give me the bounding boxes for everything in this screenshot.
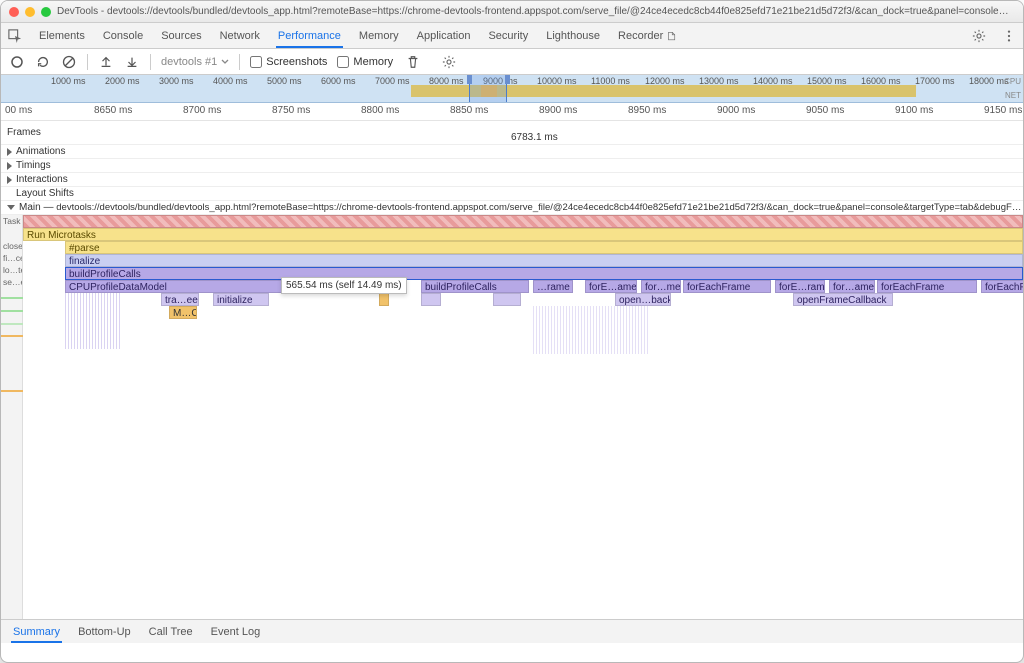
flame-traee[interactable]: tra…ee [161, 293, 199, 306]
current-time-label: 6783.1 ms [511, 132, 558, 143]
flame-finalize[interactable]: finalize [65, 254, 1023, 267]
flame-foreachframe[interactable]: forEachFrame [683, 280, 771, 293]
reload-record-icon[interactable] [35, 54, 51, 70]
overview-tick: 2000 ms [105, 76, 140, 86]
zoom-window-button[interactable] [41, 7, 51, 17]
overview-tick: 4000 ms [213, 76, 248, 86]
overview-tick: 7000 ms [375, 76, 410, 86]
gc-icon[interactable] [405, 54, 421, 70]
overview-tick: 17000 ms [915, 76, 955, 86]
track-main[interactable]: Main — devtools://devtools/bundled/devto… [1, 201, 1023, 215]
tab-performance[interactable]: Performance [276, 24, 343, 48]
overview-net-label: NET [1005, 91, 1021, 100]
track-layout-shifts[interactable]: Layout Shifts [1, 187, 1023, 201]
main-tabstrip: Elements Console Sources Network Perform… [1, 23, 1023, 49]
selection-handle-right[interactable] [505, 75, 510, 84]
flame-mc[interactable]: M…C [169, 306, 197, 319]
overview-tick: 3000 ms [159, 76, 194, 86]
performance-toolbar: devtools #1 Screenshots Memory [1, 49, 1023, 75]
tab-sources[interactable]: Sources [159, 24, 203, 48]
ruler-tick: 8700 ms [183, 105, 221, 116]
flame-foreach[interactable]: forE…ame [585, 280, 637, 293]
tab-elements[interactable]: Elements [37, 24, 87, 48]
selection-handle-left[interactable] [467, 75, 472, 84]
tab-call-tree[interactable]: Call Tree [147, 621, 195, 643]
flame-foreach[interactable]: forE…rame [775, 280, 825, 293]
track-frames[interactable]: Frames 6783.1 ms [1, 121, 1023, 145]
ruler-tick: 8800 ms [361, 105, 399, 116]
ruler-tick: 8950 ms [628, 105, 666, 116]
flame-initialize[interactable]: initialize [213, 293, 269, 306]
flame-openback[interactable]: open…back [615, 293, 671, 306]
timeline-overview[interactable]: 1000 ms 2000 ms 3000 ms 4000 ms 5000 ms … [1, 75, 1023, 103]
ruler-tick: 8750 ms [272, 105, 310, 116]
flame-foreachframe[interactable]: forEachFrame [981, 280, 1024, 293]
tab-lighthouse[interactable]: Lighthouse [544, 24, 602, 48]
overview-tick: 1000 ms [51, 76, 86, 86]
minimize-window-button[interactable] [25, 7, 35, 17]
flame-small[interactable] [493, 293, 521, 306]
tab-event-log[interactable]: Event Log [209, 621, 263, 643]
flame-task[interactable] [23, 215, 1023, 228]
ruler-tick: 8900 ms [539, 105, 577, 116]
overview-tick: 6000 ms [321, 76, 356, 86]
inspect-element-icon[interactable] [7, 28, 23, 44]
record-icon[interactable] [9, 54, 25, 70]
details-tabstrip: Summary Bottom-Up Call Tree Event Log [1, 619, 1023, 643]
capture-settings-icon[interactable] [441, 54, 457, 70]
close-window-button[interactable] [9, 7, 19, 17]
ruler-tick: 9050 ms [806, 105, 844, 116]
track-interactions[interactable]: Interactions [1, 173, 1023, 187]
ruler-tick: 00 ms [5, 105, 32, 116]
tab-console[interactable]: Console [101, 24, 145, 48]
ruler-tick: 8850 ms [450, 105, 488, 116]
tab-memory[interactable]: Memory [357, 24, 401, 48]
ruler-tick: 8650 ms [94, 105, 132, 116]
window-title: DevTools - devtools://devtools/bundled/d… [57, 6, 1015, 17]
overview-tick: 5000 ms [267, 76, 302, 86]
ruler-tick: 9000 ms [717, 105, 755, 116]
flame-tooltip: 565.54 ms (self 14.49 ms) [281, 277, 407, 294]
tab-summary[interactable]: Summary [11, 621, 62, 643]
tab-bottom-up[interactable]: Bottom-Up [76, 621, 133, 643]
profile-selector[interactable]: devtools #1 [161, 56, 229, 68]
save-profile-icon[interactable] [124, 54, 140, 70]
main-track-url: devtools://devtools/bundled/devtools_app… [56, 202, 1023, 213]
overview-tick: 18000 ms [969, 76, 1009, 86]
overview-cpu-label: CPU [1004, 77, 1021, 86]
load-profile-icon[interactable] [98, 54, 114, 70]
tab-recorder[interactable]: Recorder [616, 24, 678, 48]
flame-small[interactable] [421, 293, 441, 306]
flame-small[interactable] [379, 293, 389, 306]
flame-parse[interactable]: #parse [65, 241, 1023, 254]
flame-frame[interactable]: …rame [533, 280, 573, 293]
flame-foreachframe[interactable]: forEachFrame [877, 280, 977, 293]
flame-openframecallback[interactable]: openFrameCallback [793, 293, 893, 306]
flamechart[interactable]: Task close fi…ce lo…te se…el Run Microta… [1, 215, 1023, 619]
tab-network[interactable]: Network [218, 24, 262, 48]
flame-run-microtasks[interactable]: Run Microtasks [23, 228, 1023, 241]
track-timings[interactable]: Timings [1, 159, 1023, 173]
screenshots-checkbox[interactable]: Screenshots [250, 56, 327, 68]
flame-foreach[interactable]: for…ame [829, 280, 875, 293]
track-animations[interactable]: Animations [1, 145, 1023, 159]
tab-security[interactable]: Security [486, 24, 530, 48]
settings-icon[interactable] [971, 28, 987, 44]
flame-buildprofilecalls[interactable]: buildProfileCalls [65, 267, 1023, 280]
overview-selection[interactable] [469, 75, 507, 102]
tab-application[interactable]: Application [415, 24, 473, 48]
ruler-tick: 9150 ms [984, 105, 1022, 116]
clear-icon[interactable] [61, 54, 77, 70]
flamechart-ruler[interactable]: 00 ms 8650 ms 8700 ms 8750 ms 8800 ms 88… [1, 103, 1023, 121]
memory-checkbox[interactable]: Memory [337, 56, 393, 68]
ruler-tick: 9100 ms [895, 105, 933, 116]
more-icon[interactable] [1001, 28, 1017, 44]
flame-buildprofilecalls2[interactable]: buildProfileCalls [421, 280, 529, 293]
flame-foreach[interactable]: for…me [641, 280, 681, 293]
